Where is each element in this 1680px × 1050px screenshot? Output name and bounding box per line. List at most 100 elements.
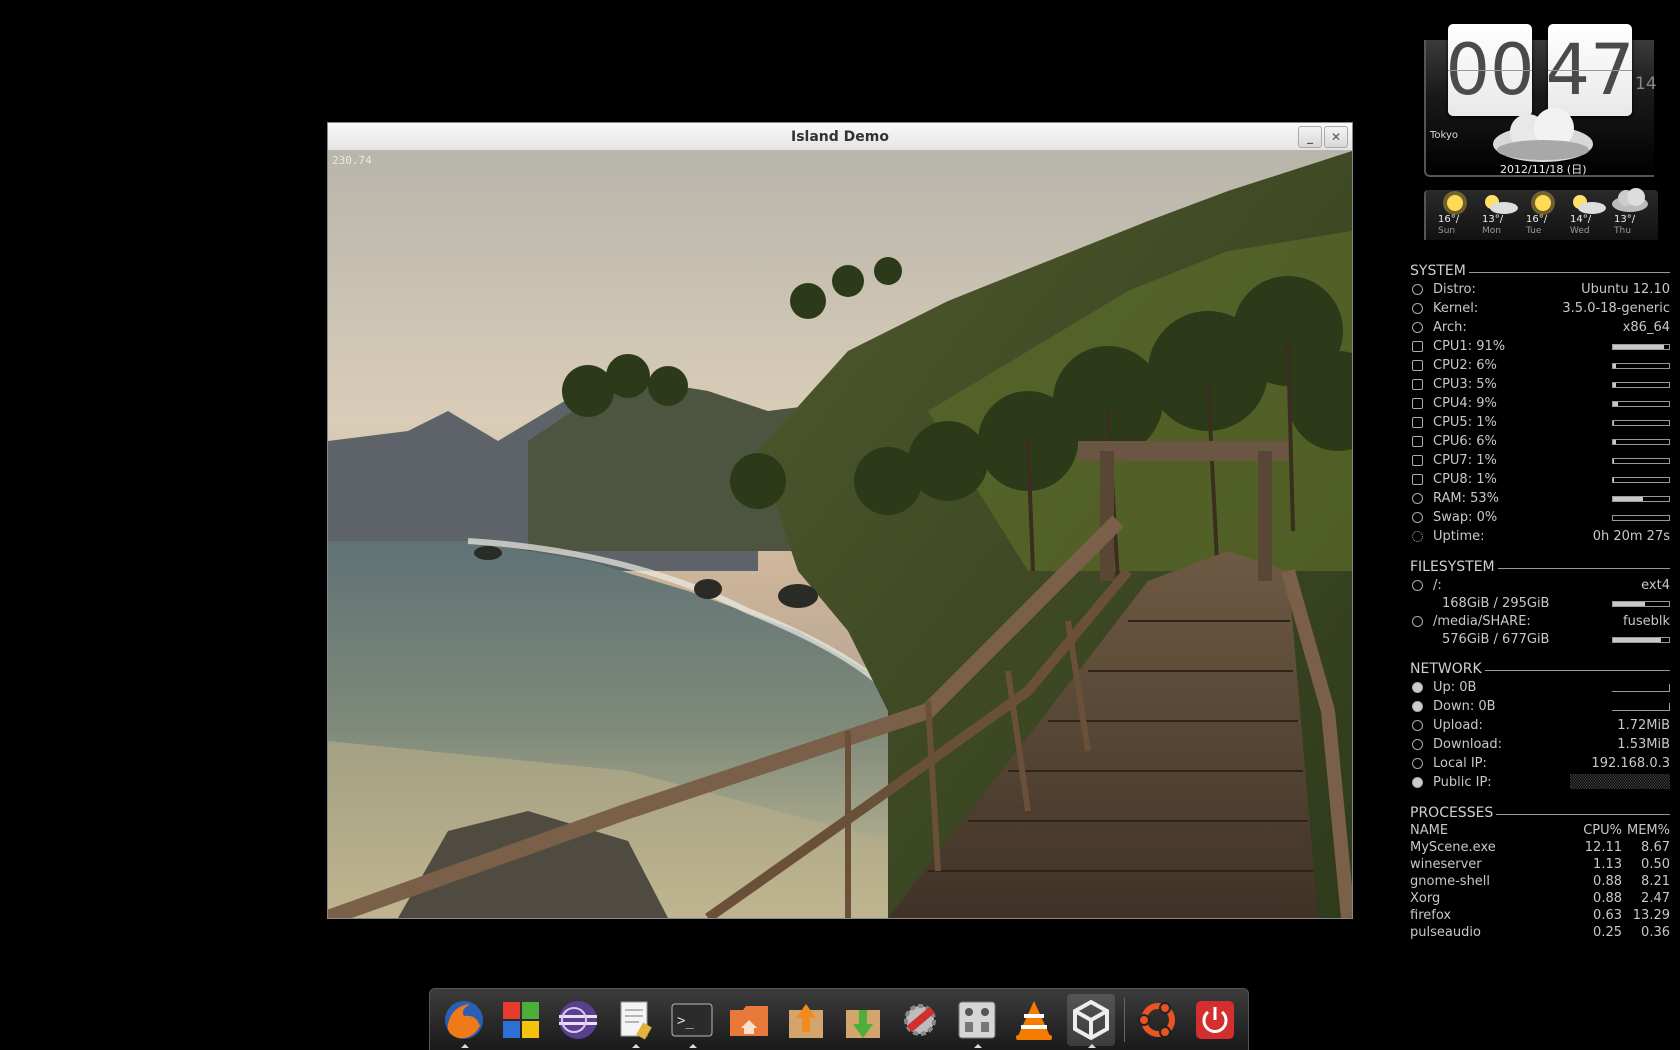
vlc-icon[interactable] <box>1010 994 1058 1046</box>
eclipse-icon[interactable] <box>554 994 602 1046</box>
disk-icon <box>1412 616 1423 627</box>
cpu-bar <box>1612 343 1670 350</box>
home-folder-icon[interactable] <box>725 994 773 1046</box>
network-icon <box>1412 758 1423 769</box>
table-row: MyScene.exe 12.11 8.67 <box>1410 840 1670 855</box>
forecast-day: 16°/ Sun <box>1430 190 1474 240</box>
table-row: gnome-shell 0.88 8.21 <box>1410 874 1670 889</box>
cpu-bar <box>1612 476 1670 483</box>
application-dock: >_ <box>429 988 1249 1050</box>
clock-seconds: 14 <box>1635 74 1657 94</box>
windows-logo-icon[interactable] <box>497 994 545 1046</box>
table-row: Xorg 0.88 2.47 <box>1410 891 1670 906</box>
memory-icon <box>1412 493 1423 504</box>
forecast-day: 13°/ Thu <box>1606 188 1650 240</box>
uptime-row: Uptime: 0h 20m 27s <box>1410 527 1670 546</box>
weather-forecast: 16°/ Sun 13°/ Mon 16°/ Tue 14°/ Wed 13°/… <box>1424 188 1658 240</box>
mount-usage-row: 168GiB / 295GiB <box>1410 595 1670 612</box>
download-graph <box>1612 702 1670 711</box>
upload-total-row: Upload: 1.72MiB <box>1410 716 1670 735</box>
system-monitor-panel: SYSTEM Distro: Ubuntu 12.10 Kernel: 3.5.… <box>1410 262 1670 941</box>
processes-heading: PROCESSES <box>1410 804 1670 822</box>
upload-graph <box>1612 683 1670 692</box>
cpu-bar <box>1612 400 1670 407</box>
window-title: Island Demo <box>791 128 889 145</box>
cpu-row: CPU3: 5% <box>1410 375 1670 394</box>
mount-row: /: ext4 <box>1410 576 1670 595</box>
mount-usage-row: 576GiB / 677GiB <box>1410 631 1670 648</box>
cpu-row: CPU1: 91% <box>1410 337 1670 356</box>
cpu-row: CPU2: 6% <box>1410 356 1670 375</box>
minimize-button[interactable]: _ <box>1298 126 1322 148</box>
cpu-bar <box>1612 419 1670 426</box>
table-row: firefox 0.63 13.29 <box>1410 908 1670 923</box>
kernel-row: Kernel: 3.5.0-18-generic <box>1410 299 1670 318</box>
window-titlebar[interactable]: Island Demo _ ✕ <box>328 123 1352 151</box>
disk-usage-bar <box>1612 600 1670 607</box>
forecast-day: 13°/ Mon <box>1474 190 1518 240</box>
public-ip-row: Public IP: ▒▒▒▒▒▒▒▒▒▒ <box>1410 773 1670 792</box>
net-up-row: Up: 0B <box>1410 678 1670 697</box>
game-viewport[interactable]: 230.74 <box>328 151 1352 918</box>
arrow-down-icon <box>1412 701 1423 712</box>
download-box-icon[interactable] <box>839 994 887 1046</box>
cpu-bar <box>1612 438 1670 445</box>
gear-icon <box>1412 322 1423 333</box>
table-row: wineserver 1.13 0.50 <box>1410 857 1670 872</box>
flip-clock-widget: 00 47 14 Tokyo 2012/11/18 (日) <box>1424 22 1664 177</box>
table-row: pulseaudio 0.25 0.36 <box>1410 925 1670 940</box>
cpu-icon <box>1412 455 1423 466</box>
disk-icon <box>1412 580 1423 591</box>
cpu-icon <box>1412 436 1423 447</box>
ram-bar <box>1612 495 1670 502</box>
clock-city: Tokyo <box>1430 130 1458 141</box>
process-table: NAME CPU% MEM% MyScene.exe 12.11 8.67 wine… <box>1410 822 1670 941</box>
sun-cloud-icon <box>1573 195 1606 214</box>
mount-row: /media/SHARE: fuseblk <box>1410 612 1670 631</box>
cpu-row: CPU5: 1% <box>1410 413 1670 432</box>
firefox-icon[interactable] <box>440 994 488 1048</box>
arrow-up-icon <box>1412 682 1423 693</box>
cloud-icon <box>1493 108 1593 162</box>
svg-text:>_: >_ <box>677 1013 694 1029</box>
settings-tools-icon[interactable] <box>896 994 944 1046</box>
cpu-row: CPU7: 1% <box>1410 451 1670 470</box>
cpu-bar <box>1612 457 1670 464</box>
island-demo-window[interactable]: Island Demo _ ✕ 230.74 <box>327 122 1353 919</box>
swap-row: Swap: 0% <box>1410 508 1670 527</box>
ubuntu-icon[interactable] <box>1134 994 1182 1046</box>
cpu-icon <box>1412 379 1423 390</box>
public-ip-redacted: ▒▒▒▒▒▒▒▒▒▒ <box>1570 775 1670 790</box>
gear-icon <box>1412 303 1423 314</box>
upload-icon <box>1412 720 1423 731</box>
filesystem-heading: FILESYSTEM <box>1410 558 1670 576</box>
sun-cloud-icon <box>1485 195 1518 214</box>
arch-row: Arch: x86_64 <box>1410 318 1670 337</box>
cpu-icon <box>1412 341 1423 352</box>
unity-icon[interactable] <box>1067 993 1115 1048</box>
dock-separator <box>1124 997 1125 1042</box>
clock-minutes: 47 <box>1545 24 1635 116</box>
clock-hours: 00 <box>1445 24 1535 116</box>
cpu-bar <box>1612 362 1670 369</box>
clock-date: 2012/11/18 (日) <box>1500 163 1587 176</box>
net-down-row: Down: 0B <box>1410 697 1670 716</box>
power-icon[interactable] <box>1191 994 1239 1046</box>
upload-box-icon[interactable] <box>782 994 830 1046</box>
island-scene-image <box>328 151 1352 918</box>
terminal-icon[interactable]: >_ <box>668 994 716 1048</box>
gear-icon <box>1412 284 1423 295</box>
ram-row: RAM: 53% <box>1410 489 1670 508</box>
network-heading: NETWORK <box>1410 660 1670 678</box>
cpu-icon <box>1412 360 1423 371</box>
disk-usage-bar <box>1612 636 1670 643</box>
cpu-row: CPU6: 6% <box>1410 432 1670 451</box>
sun-icon <box>1443 191 1467 215</box>
download-icon <box>1412 739 1423 750</box>
mixer-icon[interactable] <box>953 994 1001 1048</box>
clock-icon <box>1412 531 1423 542</box>
close-button[interactable]: ✕ <box>1324 126 1348 148</box>
cpu-icon <box>1412 417 1423 428</box>
sun-icon <box>1531 191 1555 215</box>
text-editor-icon[interactable] <box>611 994 659 1048</box>
